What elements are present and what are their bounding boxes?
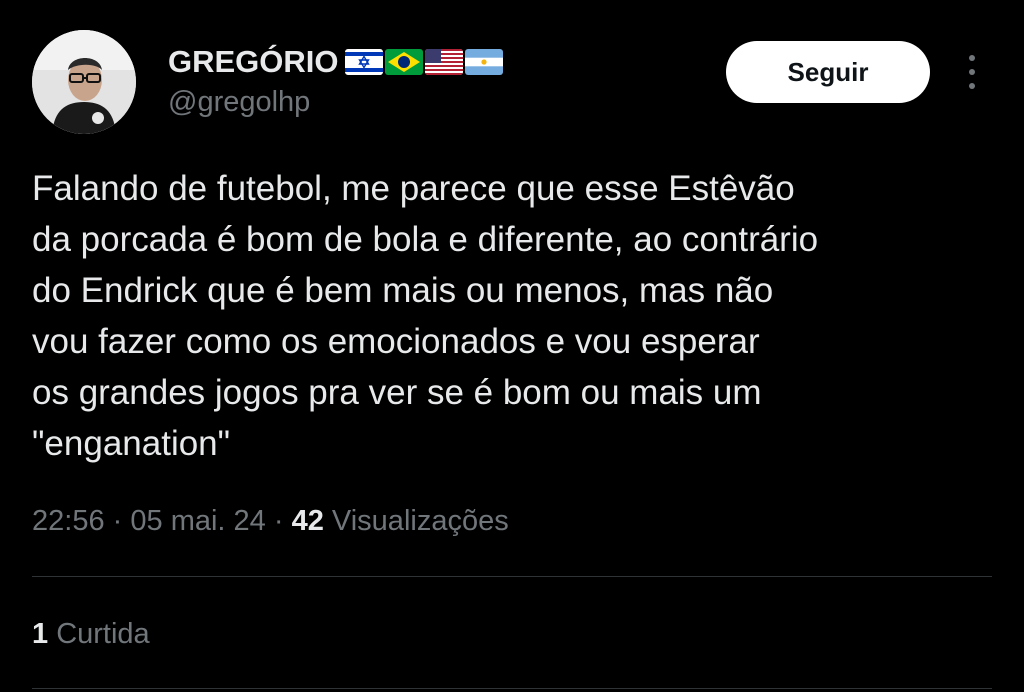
follow-button[interactable]: Seguir [726,41,930,103]
likes-label: Curtida [56,618,150,650]
tweet-text-line: Falando de futebol, me parece que esse E… [32,169,795,208]
israel-flag-icon [344,49,383,75]
tweet-text-line: "enganation" [32,424,231,463]
likes-count: 1 [32,618,49,650]
flag-emojis [344,49,503,75]
likes-link[interactable]: 1 Curtida [32,618,150,651]
tweet-text-line: da porcada é bom de bola e diferente, ao… [32,220,819,259]
tweet-time[interactable]: 22:56 [32,505,105,537]
author-name-row[interactable]: GREGÓRIO [168,44,503,80]
more-options-icon[interactable] [960,52,984,92]
divider [32,576,992,577]
avatar-photo [32,30,136,134]
author-name[interactable]: GREGÓRIO [168,44,339,80]
tweet-text: Falando de futebol, me parece que esse E… [32,163,992,469]
more-dot [969,83,975,89]
meta-separator: · [112,505,123,537]
tweet-date[interactable]: 05 mai. 24 [130,505,265,537]
views-count: 42 [291,505,324,537]
argentina-flag-icon [464,49,503,75]
author-handle[interactable]: @gregolhp [168,86,310,119]
author-avatar[interactable] [32,30,136,134]
more-dot [969,55,975,61]
brazil-flag-icon [384,49,423,75]
tweet-text-line: vou fazer como os emocionados e vou espe… [32,322,760,361]
tweet-text-line: os grandes jogos pra ver se é bom ou mai… [32,373,762,412]
tweet-meta: 22:56 · 05 mai. 24 · 42 Visualizações [32,505,509,538]
usa-flag-icon [424,49,463,75]
more-dot [969,69,975,75]
tweet-text-line: do Endrick que é bem mais ou menos, mas … [32,271,774,310]
views-label: Visualizações [331,505,509,537]
divider [32,688,992,689]
meta-separator: · [273,505,284,537]
